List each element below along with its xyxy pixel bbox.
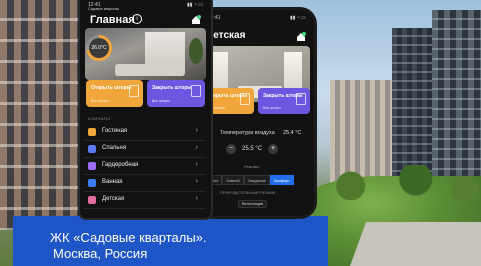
status-location: Садовые кварталы [88, 7, 120, 11]
close-curtains-card[interactable]: Закрыть шторы Все шторы [258, 88, 310, 114]
chevron-right-icon: › [195, 161, 198, 168]
page-title: Главная [90, 14, 135, 26]
modes-label: Режимы [244, 164, 260, 169]
setpoint-value: 25.5 °C [242, 146, 263, 152]
status-icons: ▮▮ ◔ ▭ [289, 15, 306, 21]
window [145, 32, 185, 66]
chevron-right-icon: › [195, 178, 198, 185]
close-curtains-card[interactable]: Закрыть шторы Все шторы [147, 80, 205, 107]
chevron-right-icon: › [195, 195, 198, 202]
curtain-icon [296, 93, 306, 105]
chevron-right-icon: › [195, 127, 198, 134]
status-icons: ▮▮ ◔ ▭ [186, 2, 203, 8]
room-item-living[interactable]: Гостиная › [84, 124, 206, 141]
curtain-icon [129, 85, 139, 97]
open-curtains-card[interactable]: Открыть шторы Все шторы [86, 80, 143, 107]
room-item-kids[interactable]: Детская › [84, 192, 206, 209]
rooms-list: Гостиная › Спальня › Гардеробная › Ванна… [84, 124, 206, 209]
ventilation-button[interactable]: Вентиляция [238, 200, 268, 208]
mode-selector: Авто Зимний Ожидание Комфорт [206, 175, 294, 185]
room-label: Детская [102, 196, 125, 202]
phone-home-screen: 12:41 Садовые кварталы ▮▮ ◔ ▭ Главная i … [80, 0, 211, 218]
room-item-bathroom[interactable]: Ванная › [84, 175, 206, 192]
caption-line-2: Москва, Россия [53, 246, 148, 261]
info-icon[interactable]: i [132, 14, 142, 24]
air-temp-value: 25.4 °C [283, 130, 302, 136]
room-label: Ванная [102, 179, 123, 185]
air-temp-label: Температура воздуха [220, 130, 275, 136]
hanger-icon [88, 162, 96, 170]
caption-line-1: ЖК «Садовые кварталы». [50, 230, 207, 245]
sofa [115, 64, 185, 76]
bed-icon [88, 145, 96, 153]
building-left-floors [0, 0, 80, 230]
temperature-value: 26.0°C [89, 38, 109, 58]
walkway [350, 222, 481, 266]
card-title: Открыть шторы [91, 85, 132, 91]
forced-mode-label: ПРИНУДИТЕЛЬНЫЙ РЕЖИМ [220, 190, 276, 195]
phone-room-screen: 12:41 ▮▮ ◔ ▭ Детская Открыть шторы Все ш… [198, 10, 314, 216]
temperature-gauge: 26.0°C [86, 35, 112, 61]
room-item-wardrobe[interactable]: Гардеробная › [84, 158, 206, 175]
rooms-header: КОМНАТЫ [88, 116, 111, 121]
curtain-icon [240, 93, 250, 105]
room-item-bedroom[interactable]: Спальня › [84, 141, 206, 158]
increase-button[interactable]: + [268, 144, 278, 154]
bath-icon [88, 179, 96, 187]
card-subtitle: Все шторы [152, 99, 170, 103]
plant [189, 38, 203, 64]
home-add-icon[interactable] [191, 15, 201, 25]
card-subtitle: Все шторы [263, 106, 281, 110]
card-title: Закрыть шторы [152, 85, 192, 91]
room-label: Гостиная [102, 128, 128, 134]
home-add-icon[interactable] [296, 32, 306, 42]
toy-icon [88, 196, 96, 204]
mode-standby[interactable]: Ожидание [243, 175, 270, 185]
room-label: Гардеробная [102, 162, 139, 168]
mode-comfort[interactable]: Комфорт [269, 175, 294, 185]
room-title: Детская [206, 30, 246, 41]
curtain-icon [191, 85, 201, 97]
chevron-right-icon: › [195, 144, 198, 151]
trees [318, 165, 481, 200]
sofa-icon [88, 128, 96, 136]
room-label: Спальня [102, 145, 127, 151]
card-subtitle: Все шторы [91, 99, 109, 103]
mode-winter[interactable]: Зимний [222, 175, 244, 185]
decrease-button[interactable]: − [226, 144, 236, 154]
caption-box: ЖК «Садовые кварталы». Москва, Россия [13, 216, 328, 266]
